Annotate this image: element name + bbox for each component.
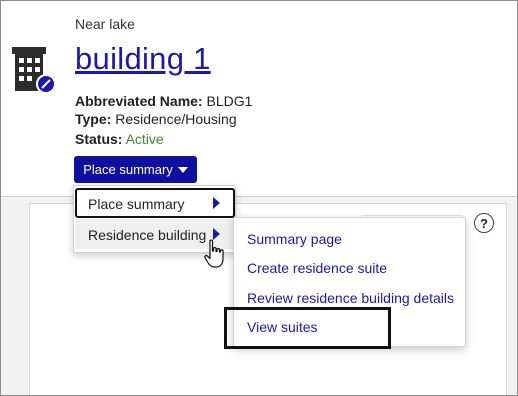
menu-item-view-suites[interactable]: View suites — [247, 319, 318, 335]
menu-item-place-summary[interactable]: Place summary — [75, 188, 235, 218]
hand-cursor-icon — [204, 239, 224, 268]
menu-item-label: Place summary — [88, 196, 185, 212]
page-title-link[interactable]: building 1 — [75, 41, 211, 77]
residence-building-submenu: Summary page Create residence suite Revi… — [233, 217, 466, 347]
menu-item-review-residence-building-details[interactable]: Review residence building details — [247, 290, 454, 306]
status-value: Active — [125, 131, 164, 147]
abbreviated-name-value: BLDG1 — [206, 93, 253, 109]
status-row: Status: Active — [75, 131, 164, 147]
type-row: Type: Residence/Housing — [75, 111, 237, 127]
menu-item-create-residence-suite[interactable]: Create residence suite — [247, 260, 387, 276]
place-summary-button-label: Place summary — [83, 162, 173, 177]
menu-item-summary-page[interactable]: Summary page — [247, 231, 342, 247]
caret-down-icon — [177, 167, 188, 173]
abbreviated-name-label: Abbreviated Name: — [75, 93, 203, 109]
type-label: Type: — [75, 111, 112, 127]
place-summary-button[interactable]: Place summary — [74, 156, 197, 183]
place-header: Near lake building 1 Abbreviated Name: B… — [1, 1, 517, 197]
type-value: Residence/Housing — [115, 111, 237, 127]
abbreviated-name-row: Abbreviated Name: BLDG1 — [75, 93, 252, 109]
help-button[interactable]: ? — [474, 213, 494, 233]
menu-item-label: Residence building — [88, 227, 207, 243]
chevron-right-icon — [213, 197, 220, 209]
building-icon — [12, 47, 56, 94]
place-location: Near lake — [75, 16, 135, 32]
status-label: Status: — [75, 131, 123, 147]
